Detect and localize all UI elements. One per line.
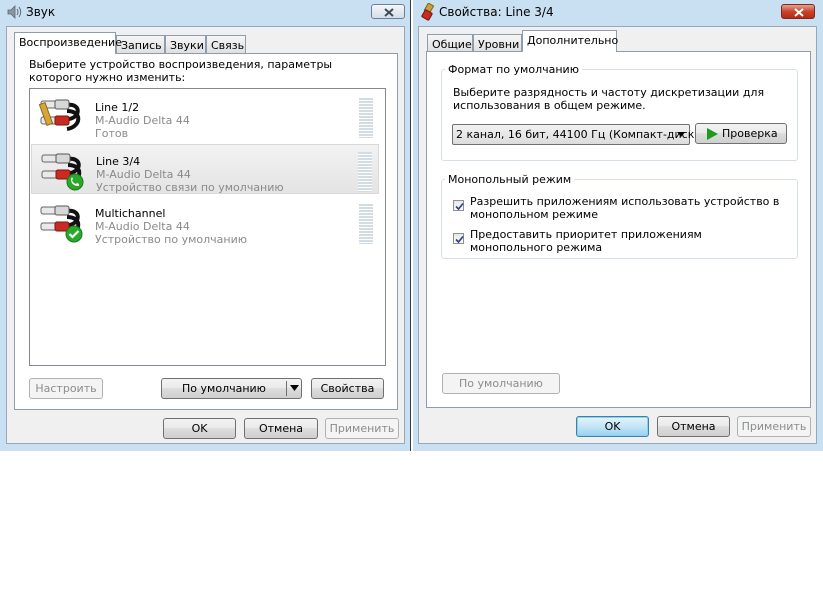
- device-name: Line 3/4: [96, 155, 141, 168]
- exclusive-priority-checkbox[interactable]: [453, 233, 464, 244]
- cancel-button[interactable]: Отмена: [657, 416, 730, 437]
- chevron-down-icon: [677, 132, 685, 137]
- exclusive-priority-label[interactable]: Предоставить приоритет приложениям моноп…: [470, 228, 780, 254]
- device-item[interactable]: Multichannel M-Audio Delta 44 Устройство…: [31, 197, 379, 247]
- rca-plug-icon: [421, 3, 435, 21]
- device-status: Устройство по умолчанию: [95, 233, 248, 246]
- close-icon: [794, 8, 804, 17]
- properties-titlebar[interactable]: Свойства: Line 3/4: [413, 0, 823, 24]
- device-status: Готов: [95, 127, 129, 140]
- sound-client-area: Воспроизведение Запись Звуки Связь Выбер…: [6, 26, 405, 444]
- volume-meter: [359, 98, 373, 138]
- device-driver: M-Audio Delta 44: [96, 168, 191, 181]
- ok-button[interactable]: OK: [576, 416, 649, 437]
- close-button[interactable]: [371, 4, 405, 19]
- checkmark-icon: [455, 235, 464, 244]
- default-format-group: [441, 69, 798, 161]
- default-format-description: Выберите разрядность и частоту дискретиз…: [453, 86, 765, 112]
- device-driver: M-Audio Delta 44: [95, 114, 190, 127]
- sound-window: Звук Воспроизведение Запись Звуки Связь …: [0, 0, 411, 451]
- default-format-label: Формат по умолчанию: [445, 63, 582, 76]
- configure-button[interactable]: Настроить: [29, 378, 103, 399]
- allow-exclusive-checkbox[interactable]: [453, 200, 464, 211]
- instruction-text: Выберите устройство воспроизведения, пар…: [29, 58, 333, 84]
- device-status: Устройство связи по умолчанию: [96, 181, 284, 194]
- volume-meter: [359, 204, 373, 244]
- tab-advanced[interactable]: Дополнительно: [522, 30, 618, 52]
- properties-client-area: Общие Уровни Дополнительно Формат по умо…: [418, 26, 817, 444]
- split-divider: [286, 381, 287, 396]
- rca-cable-icon: [38, 99, 81, 131]
- checkmark-icon: [455, 202, 464, 211]
- window-title: Свойства: Line 3/4: [439, 5, 554, 19]
- format-select[interactable]: 2 канал, 16 бит, 44100 Гц (Компакт-диск): [452, 124, 699, 145]
- ok-button[interactable]: OK: [163, 418, 236, 439]
- properties-button[interactable]: Свойства: [311, 378, 384, 399]
- properties-window: Свойства: Line 3/4 Общие Уровни Дополнит…: [413, 0, 823, 451]
- tab-sounds[interactable]: Звуки: [165, 35, 206, 54]
- set-default-label: По умолчанию: [182, 382, 266, 395]
- chevron-down-icon[interactable]: [290, 385, 299, 391]
- test-button[interactable]: Проверка: [695, 123, 787, 144]
- apply-button[interactable]: Применить: [325, 418, 399, 439]
- cancel-button[interactable]: Отмена: [244, 418, 318, 439]
- playback-page: Выберите устройство воспроизведения, пар…: [14, 53, 398, 410]
- device-name: Line 1/2: [95, 101, 140, 114]
- allow-exclusive-label[interactable]: Разрешить приложениям использовать устро…: [470, 195, 780, 221]
- advanced-page: Формат по умолчанию Выберите разрядность…: [426, 51, 811, 408]
- device-item-selected[interactable]: Line 3/4 M-Audio Delta 44 Устройство свя…: [31, 144, 379, 194]
- test-button-label: Проверка: [722, 127, 778, 140]
- apply-button[interactable]: Применить: [737, 416, 811, 437]
- tab-recording[interactable]: Запись: [116, 35, 165, 54]
- play-icon: [707, 128, 718, 140]
- close-icon: [384, 8, 394, 17]
- device-name: Multichannel: [95, 207, 166, 220]
- tab-playback[interactable]: Воспроизведение: [14, 32, 122, 54]
- tab-communications[interactable]: Связь: [206, 35, 246, 54]
- device-item[interactable]: Line 1/2 M-Audio Delta 44 Готов: [31, 91, 379, 141]
- close-button[interactable]: [781, 4, 815, 19]
- speaker-icon: [7, 5, 22, 19]
- set-default-button[interactable]: По умолчанию: [161, 378, 302, 399]
- window-title: Звук: [26, 5, 56, 19]
- default-check-badge-icon: [65, 225, 83, 243]
- restore-default-button[interactable]: По умолчанию: [442, 373, 560, 394]
- format-select-value: 2 канал, 16 бит, 44100 Гц (Компакт-диск): [456, 128, 699, 141]
- device-driver: M-Audio Delta 44: [95, 220, 190, 233]
- device-list[interactable]: Line 1/2 M-Audio Delta 44 Готов Line 3/4…: [29, 88, 386, 366]
- exclusive-mode-label: Монопольный режим: [445, 173, 575, 186]
- phone-badge-icon: [66, 173, 84, 191]
- volume-meter: [358, 152, 372, 192]
- sound-titlebar[interactable]: Звук: [0, 0, 410, 24]
